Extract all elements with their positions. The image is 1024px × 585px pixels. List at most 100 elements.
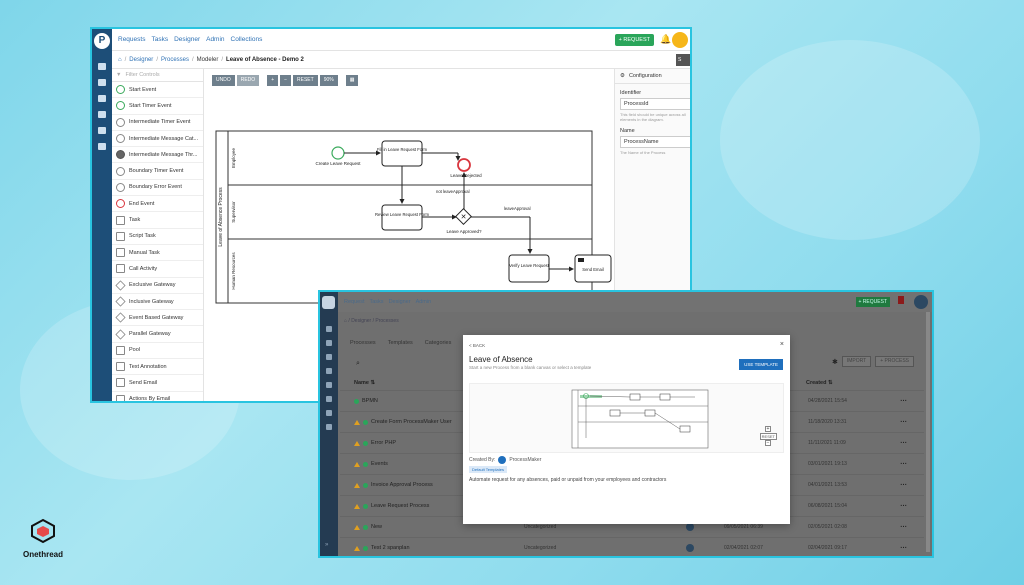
grid-icon[interactable] (326, 396, 332, 402)
tab-processes[interactable]: Processes (350, 340, 376, 346)
palette-item[interactable]: Intermediate Message Cat... (112, 131, 203, 148)
use-template-button[interactable]: USE TEMPLATE (739, 359, 783, 370)
zoom-in-icon[interactable]: + (765, 426, 771, 432)
identifier-input[interactable]: ProcessId (620, 98, 690, 110)
palette-item[interactable]: Actions By Email (112, 392, 203, 401)
process-name[interactable]: Error PHP (354, 440, 396, 446)
palette-item[interactable]: End Event (112, 196, 203, 213)
user-icon[interactable] (326, 368, 332, 374)
settings-icon[interactable] (326, 382, 332, 388)
calendar-icon[interactable] (98, 79, 106, 86)
more-actions-icon[interactable]: … (900, 438, 907, 445)
palette-item[interactable]: Manual Task (112, 245, 203, 262)
palette-item[interactable]: Start Event (112, 82, 203, 99)
scrollbar[interactable] (926, 312, 930, 552)
gear-icon[interactable] (98, 63, 106, 70)
process-name[interactable]: Create Form ProcessMaker User (354, 419, 452, 425)
verify-task[interactable] (508, 254, 550, 283)
breadcrumb-processes[interactable]: Processes (161, 57, 189, 63)
review-form-task[interactable] (381, 204, 423, 231)
palette-item[interactable]: Start Timer Event (112, 98, 203, 115)
new-request-button[interactable]: + REQUEST (614, 34, 654, 46)
name-input[interactable]: ProcessName (620, 136, 690, 148)
column-created[interactable]: Created ⇅ (806, 380, 833, 386)
leave-rejected-end-event[interactable] (457, 158, 471, 172)
nav-admin[interactable]: Admin (416, 299, 432, 305)
home-icon[interactable]: ⌂ (118, 57, 122, 63)
palette-item[interactable]: Text Annotation (112, 359, 203, 376)
avatar[interactable] (914, 295, 928, 309)
palette-item[interactable]: Intermediate Message Thr... (112, 147, 203, 164)
column-name[interactable]: Name ⇅ (354, 380, 375, 386)
template-preview[interactable]: + − RESET (469, 383, 784, 453)
tab-templates[interactable]: Templates (388, 340, 413, 346)
nav-collections[interactable]: Collections (231, 36, 263, 43)
palette-item[interactable]: Inclusive Gateway (112, 294, 203, 311)
info-icon[interactable]: ✱ (832, 358, 838, 366)
nav-request[interactable]: Request (344, 299, 365, 305)
more-actions-icon[interactable]: … (900, 501, 907, 508)
breadcrumb-text[interactable]: Designer / Processes (351, 318, 399, 324)
notification-flag-icon[interactable] (898, 296, 904, 304)
code-icon[interactable] (98, 95, 106, 102)
nav-requests[interactable]: Requests (118, 36, 145, 43)
save-button[interactable]: S (676, 54, 690, 66)
process-name[interactable]: BPMN (354, 398, 378, 404)
palette-item[interactable]: Event Based Gateway (112, 310, 203, 327)
zoom-out-icon[interactable]: − (765, 440, 771, 446)
close-icon[interactable]: × (780, 341, 784, 348)
process-name[interactable]: New (354, 524, 382, 530)
avatar[interactable] (672, 32, 688, 48)
nav-designer[interactable]: Designer (389, 299, 411, 305)
process-name[interactable]: Events (354, 461, 388, 467)
code-icon[interactable] (326, 340, 332, 346)
processmaker-logo[interactable] (322, 296, 335, 309)
breadcrumb-designer[interactable]: Designer (129, 57, 153, 63)
tab-categories[interactable]: Categories (425, 340, 452, 346)
more-actions-icon[interactable]: … (900, 522, 907, 529)
nav-tasks[interactable]: Tasks (370, 299, 384, 305)
palette-item[interactable]: Script Task (112, 229, 203, 245)
bell-icon[interactable]: 🔔 (660, 34, 671, 44)
nav-tasks[interactable]: Tasks (151, 36, 168, 43)
search-icon[interactable]: ⌕ (356, 360, 360, 368)
palette-item[interactable]: Boundary Timer Event (112, 163, 203, 180)
gear-icon[interactable] (326, 326, 332, 332)
palette-item[interactable]: Intermediate Timer Event (112, 115, 203, 131)
more-actions-icon[interactable]: … (900, 543, 907, 550)
palette-item[interactable]: Boundary Error Event (112, 180, 203, 197)
file-icon[interactable] (326, 354, 332, 360)
palette-item[interactable]: Pool (112, 343, 203, 360)
processmaker-logo[interactable]: P (94, 33, 110, 49)
new-request-button[interactable]: + REQUEST (855, 297, 890, 307)
table-row[interactable]: Test 2 spanplan Uncategorized 02/04/2021 0… (340, 537, 924, 556)
database-icon[interactable] (98, 143, 106, 150)
nav-designer[interactable]: Designer (174, 36, 200, 43)
palette-item[interactable]: Parallel Gateway (112, 326, 203, 343)
file-icon[interactable] (98, 111, 106, 118)
more-actions-icon[interactable]: … (900, 396, 907, 403)
process-name[interactable]: Leave Request Process (354, 503, 429, 509)
more-actions-icon[interactable]: … (900, 417, 907, 424)
palette-item[interactable]: Exclusive Gateway (112, 278, 203, 294)
filter-controls-input[interactable]: ▼ Filter Controls (112, 69, 203, 82)
back-link[interactable]: < BACK (469, 343, 485, 348)
more-actions-icon[interactable]: … (900, 459, 907, 466)
reset-zoom-button[interactable]: RESET (759, 433, 777, 440)
fill-form-task[interactable] (381, 140, 423, 167)
palette-item[interactable]: Task (112, 212, 203, 229)
palette-item[interactable]: Call Activity (112, 261, 203, 278)
process-name[interactable]: Invoice Approval Process (354, 482, 433, 488)
table-icon[interactable] (326, 410, 332, 416)
more-actions-icon[interactable]: … (900, 480, 907, 487)
script-icon[interactable] (98, 127, 106, 134)
expand-icon[interactable]: » (325, 542, 328, 548)
start-event[interactable] (331, 146, 345, 160)
import-button[interactable]: IMPORT (841, 356, 872, 367)
process-name[interactable]: Test 2 spanplan (354, 545, 410, 551)
breadcrumb-modeler[interactable]: Modeler (197, 57, 219, 63)
nav-admin[interactable]: Admin (206, 36, 224, 43)
list-icon[interactable] (326, 424, 332, 430)
new-process-button[interactable]: + PROCESS (875, 356, 914, 367)
palette-item[interactable]: Send Email (112, 375, 203, 392)
